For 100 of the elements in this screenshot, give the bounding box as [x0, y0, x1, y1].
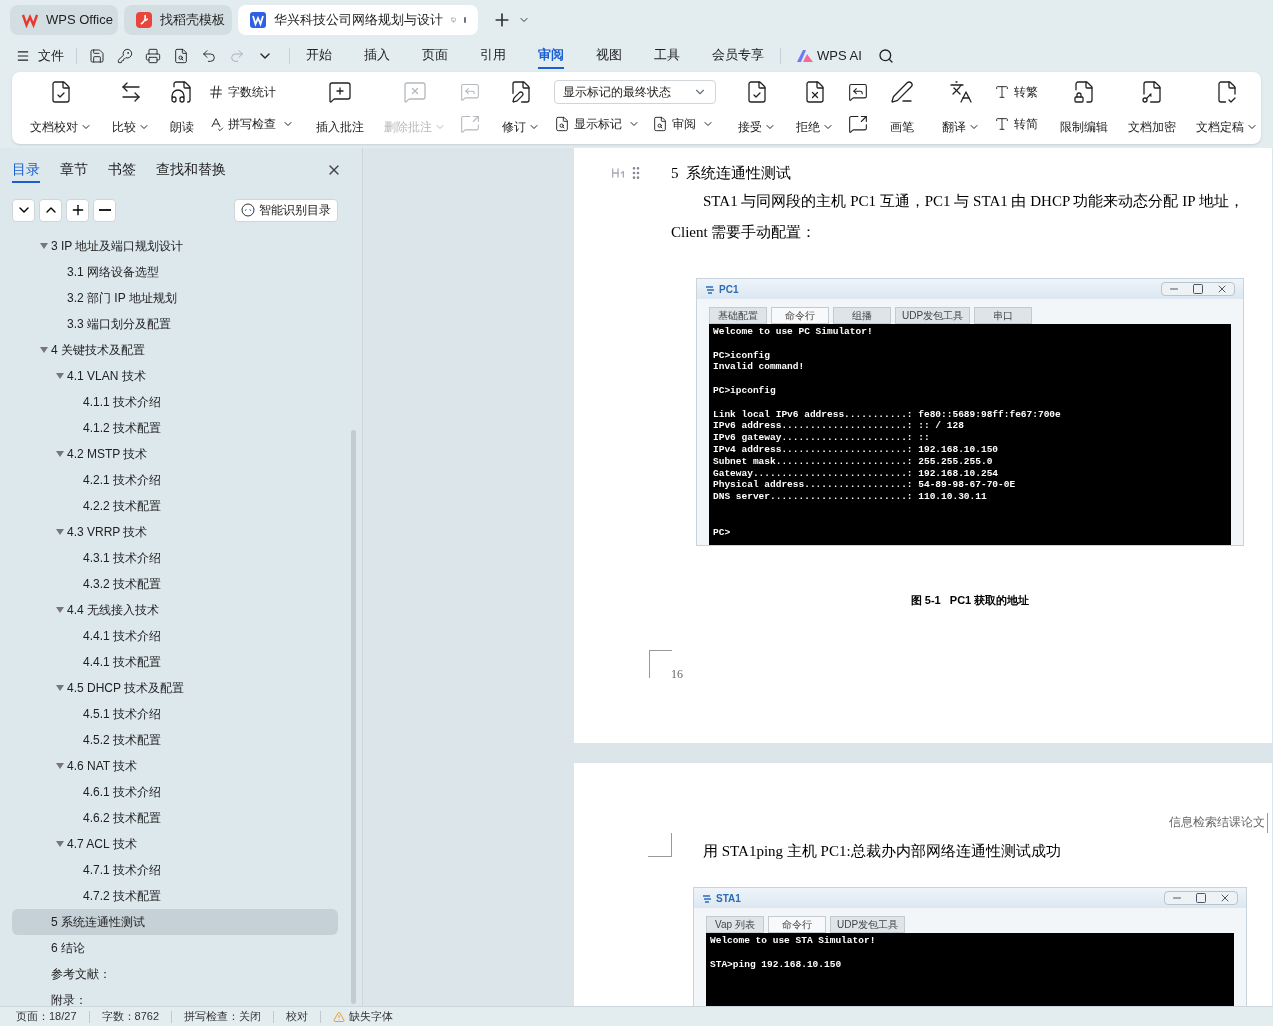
- ribbon-button[interactable]: 朗读: [164, 80, 200, 136]
- status-item[interactable]: 校对: [286, 1008, 308, 1025]
- toc-item[interactable]: 4.1.2 技术配置: [12, 415, 338, 441]
- ribbon-button[interactable]: 比较: [106, 80, 156, 136]
- ribbon-small-button[interactable]: 审阅: [652, 112, 714, 136]
- ribbon-small-button[interactable]: 显示标记: [554, 112, 640, 136]
- promote-button[interactable]: [66, 198, 89, 222]
- toc-item[interactable]: 4 关键技术及配置: [12, 337, 338, 363]
- sidebar-tab[interactable]: 章节: [60, 157, 88, 183]
- print-icon[interactable]: [145, 48, 161, 64]
- ribbon-button[interactable]: 限制编辑: [1054, 80, 1114, 136]
- toc-item[interactable]: 4.4.1 技术配置: [12, 649, 338, 675]
- search-icon[interactable]: [877, 48, 894, 64]
- toc-item[interactable]: 3.2 部门 IP 地址规划: [12, 285, 338, 311]
- toc-item[interactable]: 4.1 VLAN 技术: [12, 363, 338, 389]
- ribbon-icon: [49, 80, 73, 104]
- toc-item[interactable]: 附录：: [12, 987, 338, 1006]
- toc-item[interactable]: 3.3 端口划分及配置: [12, 311, 338, 337]
- menu-tab[interactable]: 开始: [306, 43, 332, 69]
- ribbon-button[interactable]: 接受: [732, 80, 782, 136]
- smart-toc-button[interactable]: 智能识别目录: [234, 198, 338, 222]
- toc-item[interactable]: 4.5.2 技术配置: [12, 727, 338, 753]
- menu-tab[interactable]: 页面: [422, 43, 448, 69]
- ribbon-button[interactable]: 插入批注: [310, 80, 370, 136]
- sidebar-tab[interactable]: 查找和替换: [156, 157, 226, 183]
- comment-arrow-icon: [848, 114, 868, 134]
- toc-item[interactable]: 4.6 NAT 技术: [12, 753, 338, 779]
- simulator-tab[interactable]: UDP发包工具: [830, 916, 906, 933]
- sidebar-tab[interactable]: 目录: [12, 157, 40, 183]
- menu-tab[interactable]: 视图: [596, 43, 622, 69]
- menu-tab[interactable]: 会员专享: [712, 43, 764, 69]
- toc-item[interactable]: 4.7 ACL 技术: [12, 831, 338, 857]
- menu-tab[interactable]: 工具: [654, 43, 680, 69]
- window-title: STA1: [716, 891, 741, 906]
- toc-item[interactable]: 4.5.1 技术介绍: [12, 701, 338, 727]
- undo-icon[interactable]: [201, 48, 217, 64]
- ribbon-button[interactable]: 画笔: [884, 80, 920, 136]
- expand-all-button[interactable]: [12, 198, 35, 222]
- toc-item[interactable]: 3.1 网络设备选型: [12, 259, 338, 285]
- toc-item[interactable]: 4.3 VRRP 技术: [12, 519, 338, 545]
- markup-select[interactable]: 显示标记的最终状态: [554, 80, 716, 104]
- toc-item[interactable]: 4.6.1 技术介绍: [12, 779, 338, 805]
- ribbon-small-button[interactable]: 字数统计: [208, 80, 276, 104]
- expand-triangle-icon: [56, 762, 64, 770]
- ribbon-button[interactable]: 修订: [496, 80, 546, 136]
- minus-icon: [98, 209, 111, 211]
- simulator-tab[interactable]: 命令行: [771, 307, 829, 324]
- toc-item[interactable]: 4.7.2 技术配置: [12, 883, 338, 909]
- ribbon-button[interactable]: 文档定稿: [1190, 80, 1264, 136]
- menu-tab[interactable]: 引用: [480, 43, 506, 69]
- toc-item[interactable]: 4.5 DHCP 技术及配置: [12, 675, 338, 701]
- ai-button[interactable]: WPS AI: [797, 46, 862, 66]
- simulator-tab[interactable]: UDP发包工具: [895, 307, 971, 324]
- simulator-tab[interactable]: 基础配置: [709, 307, 767, 324]
- toc-item[interactable]: 5 系统连通性测试: [12, 909, 338, 935]
- expand-triangle-icon: [56, 528, 64, 536]
- ribbon-button[interactable]: 翻译: [936, 80, 986, 136]
- toc-item[interactable]: 4.2.2 技术配置: [12, 493, 338, 519]
- toc-item[interactable]: 4.2 MSTP 技术: [12, 441, 338, 467]
- status-item[interactable]: 字数：8762: [101, 1008, 159, 1025]
- toc-item[interactable]: 4.3.2 技术配置: [12, 571, 338, 597]
- scrollbar-thumb[interactable]: [351, 430, 356, 1004]
- save-icon[interactable]: [89, 48, 105, 64]
- toc-item[interactable]: 4.6.2 技术配置: [12, 805, 338, 831]
- ribbon-small-button[interactable]: 拼写检查: [208, 112, 294, 136]
- ribbon-icon: [994, 84, 1010, 100]
- ribbon-small-button[interactable]: 转简: [994, 112, 1038, 136]
- ribbon-button[interactable]: 文档加密: [1122, 80, 1182, 136]
- print-preview-icon[interactable]: [173, 48, 189, 64]
- simulator-tab[interactable]: 串口: [974, 307, 1033, 324]
- app-tab[interactable]: 找稻壳模板: [124, 5, 232, 35]
- simulator-tab[interactable]: 组播: [833, 307, 891, 324]
- app-tab[interactable]: WPS Office: [10, 5, 118, 35]
- menu-tab[interactable]: 插入: [364, 43, 390, 69]
- ribbon-small-button[interactable]: 转繁: [994, 80, 1038, 104]
- menu-tab[interactable]: 审阅: [538, 43, 564, 69]
- ribbon-button[interactable]: 文档校对: [24, 80, 98, 136]
- collapse-all-button[interactable]: [39, 198, 62, 222]
- toc-item[interactable]: 4.4 无线接入技术: [12, 597, 338, 623]
- status-item[interactable]: 缺失字体: [333, 1008, 393, 1025]
- key-icon[interactable]: [117, 48, 133, 64]
- toc-item[interactable]: 4.4.1 技术介绍: [12, 623, 338, 649]
- toc-item[interactable]: 4.7.1 技术介绍: [12, 857, 338, 883]
- sidebar-tab[interactable]: 书签: [108, 157, 136, 183]
- simulator-tab[interactable]: Vap 列表: [706, 916, 764, 933]
- toc-item[interactable]: 3 IP 地址及端口规划设计: [12, 233, 338, 259]
- simulator-tab[interactable]: 命令行: [768, 916, 826, 933]
- app-tab[interactable]: 华兴科技公司网络规划与设计: [238, 5, 478, 35]
- toc-item[interactable]: 4.3.1 技术介绍: [12, 545, 338, 571]
- simulator-logo-icon: [705, 284, 715, 294]
- demote-button[interactable]: [93, 198, 116, 222]
- toc-item[interactable]: 4.1.1 技术介绍: [12, 389, 338, 415]
- tab-label: 华兴科技公司网络规划与设计: [274, 11, 443, 30]
- toc-item[interactable]: 参考文献：: [12, 961, 338, 987]
- status-item[interactable]: 拼写检查：关闭: [184, 1008, 261, 1025]
- ribbon-button[interactable]: 拒绝: [790, 80, 840, 136]
- file-menu[interactable]: 文件: [16, 46, 76, 66]
- toc-item[interactable]: 6 结论: [12, 935, 338, 961]
- toc-item[interactable]: 4.2.1 技术介绍: [12, 467, 338, 493]
- status-item[interactable]: 页面：18/27: [16, 1008, 77, 1025]
